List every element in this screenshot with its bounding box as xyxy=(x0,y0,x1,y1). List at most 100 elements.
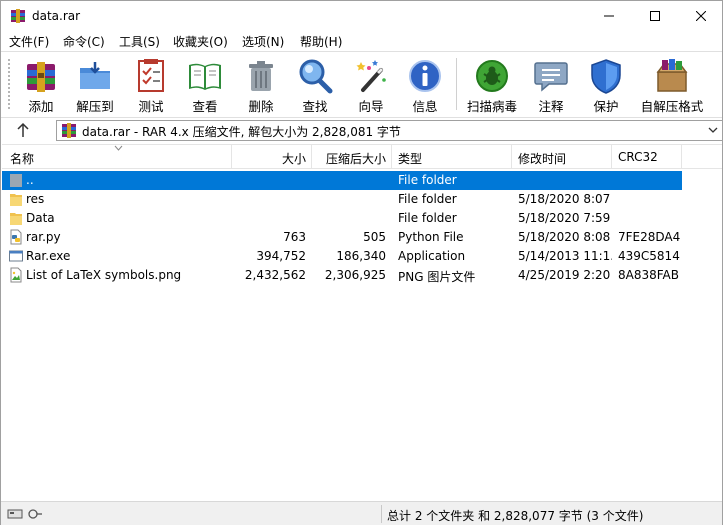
archive-icon xyxy=(62,123,76,138)
file-size: 394,752 xyxy=(256,249,306,263)
file-name: Data xyxy=(26,211,55,225)
file-crc: 8A838FAB xyxy=(618,268,679,282)
find-label: 查找 xyxy=(302,99,328,114)
close-button[interactable] xyxy=(678,1,723,31)
drive-key-icon[interactable] xyxy=(7,507,43,521)
trash-icon xyxy=(249,61,273,91)
comment-label: 注释 xyxy=(538,99,564,114)
file-name: rar.py xyxy=(26,230,61,244)
toolbar-separator xyxy=(456,58,457,110)
file-modified: 4/25/2019 2:20 ... xyxy=(518,268,612,282)
menu-commands[interactable]: 命令(C) xyxy=(63,33,105,50)
file-packed: 2,306,925 xyxy=(324,268,386,282)
file-row-rar-exe[interactable]: Rar.exe 394,752 186,340 Application 5/14… xyxy=(2,247,682,266)
chevron-down-icon[interactable] xyxy=(708,125,718,135)
window-title: data.rar xyxy=(32,9,81,23)
file-packed: 186,340 xyxy=(336,249,386,263)
file-type: File folder xyxy=(398,192,457,206)
virus-scan-button[interactable]: 扫描病毒 xyxy=(464,56,520,114)
column-crc-label: CRC32 xyxy=(618,150,658,164)
menu-favorites[interactable]: 收藏夹(O) xyxy=(173,33,228,50)
close-icon xyxy=(696,11,706,21)
folder-up-icon xyxy=(10,174,22,187)
sort-chevron-icon xyxy=(114,145,123,151)
info-icon xyxy=(409,60,441,92)
column-header-type[interactable]: 类型 xyxy=(392,145,512,169)
file-type: File folder xyxy=(398,211,457,225)
info-button[interactable]: 信息 xyxy=(405,56,445,114)
find-button[interactable]: 查找 xyxy=(295,56,335,114)
delete-label: 删除 xyxy=(248,99,274,114)
file-type: PNG 图片文件 xyxy=(398,270,476,284)
sfx-button[interactable]: 自解压格式 xyxy=(637,56,707,114)
file-modified: 5/18/2020 8:07 ... xyxy=(518,192,612,206)
python-file-icon xyxy=(10,229,22,245)
test-icon xyxy=(138,59,164,92)
comment-button[interactable]: 注释 xyxy=(531,56,571,114)
menu-tools[interactable]: 工具(S) xyxy=(119,33,160,50)
file-row-parent[interactable]: .. File folder xyxy=(2,171,682,190)
address-field[interactable]: data.rar - RAR 4.x 压缩文件, 解包大小为 2,828,081… xyxy=(56,120,723,141)
test-button[interactable]: 测试 xyxy=(131,56,171,114)
winrar-app-icon xyxy=(11,9,25,23)
column-header-packed[interactable]: 压缩后大小 xyxy=(312,145,392,169)
toolbar-grip[interactable] xyxy=(7,58,11,110)
virus-scan-icon xyxy=(476,60,508,92)
add-label: 添加 xyxy=(28,99,54,114)
shield-icon xyxy=(591,59,621,94)
winrar-window: data.rar 文件(F) 命令(C) 工具(S) 收藏夹(O) 选项(N) … xyxy=(0,0,723,525)
info-label: 信息 xyxy=(412,99,438,114)
file-size: 763 xyxy=(283,230,306,244)
file-packed: 505 xyxy=(363,230,386,244)
file-row-data[interactable]: Data File folder 5/18/2020 7:59 ... xyxy=(2,209,682,228)
file-row-res[interactable]: res File folder 5/18/2020 8:07 ... xyxy=(2,190,682,209)
protect-label: 保护 xyxy=(593,99,619,114)
file-row-rar-py[interactable]: rar.py 763 505 Python File 5/18/2020 8:0… xyxy=(2,228,682,247)
test-label: 测试 xyxy=(138,99,164,114)
extract-to-button[interactable]: 解压到 xyxy=(73,56,117,114)
add-button[interactable]: 添加 xyxy=(21,56,61,114)
file-name: Rar.exe xyxy=(26,249,71,263)
address-text: data.rar - RAR 4.x 压缩文件, 解包大小为 2,828,081… xyxy=(82,125,401,139)
file-type: File folder xyxy=(398,173,457,187)
column-size-label: 大小 xyxy=(281,152,306,166)
menu-help[interactable]: 帮助(H) xyxy=(300,33,342,50)
menu-file[interactable]: 文件(F) xyxy=(9,33,49,50)
view-button[interactable]: 查看 xyxy=(183,56,227,114)
address-bar: data.rar - RAR 4.x 压缩文件, 解包大小为 2,828,081… xyxy=(1,117,723,142)
delete-button[interactable]: 删除 xyxy=(241,56,281,114)
file-modified: 5/18/2020 7:59 ... xyxy=(518,211,612,225)
maximize-button[interactable] xyxy=(632,1,678,31)
menu-options[interactable]: 选项(N) xyxy=(242,33,284,50)
minimize-button[interactable] xyxy=(586,1,632,31)
file-type: Python File xyxy=(398,230,464,244)
column-type-label: 类型 xyxy=(398,152,423,166)
wizard-button[interactable]: 向导 xyxy=(351,56,391,114)
extract-to-label: 解压到 xyxy=(76,99,114,114)
file-row-latex-png[interactable]: List of LaTeX symbols.png 2,432,562 2,30… xyxy=(2,266,682,285)
column-header-size[interactable]: 大小 xyxy=(232,145,312,169)
title-bar: data.rar xyxy=(1,1,722,31)
wizard-icon xyxy=(356,60,386,92)
column-packed-label: 压缩后大小 xyxy=(325,152,386,166)
up-arrow-icon[interactable] xyxy=(14,122,32,138)
column-header-modified[interactable]: 修改时间 xyxy=(512,145,612,169)
file-modified: 5/14/2013 11:1... xyxy=(518,249,612,263)
virus-scan-label: 扫描病毒 xyxy=(466,99,517,114)
status-summary: 总计 2 个文件夹 和 2,828,077 字节 (3 个文件) xyxy=(387,509,644,523)
file-name: .. xyxy=(26,173,34,187)
column-header-name[interactable]: 名称 xyxy=(2,145,232,169)
minimize-icon xyxy=(604,15,614,17)
exe-file-icon xyxy=(9,250,23,262)
extract-to-icon xyxy=(80,62,110,89)
file-size: 2,432,562 xyxy=(244,268,306,282)
sfx-icon xyxy=(656,59,688,92)
column-header-crc[interactable]: CRC32 xyxy=(612,145,682,169)
file-type: Application xyxy=(398,249,466,263)
protect-button[interactable]: 保护 xyxy=(586,56,626,114)
file-crc: 439C5814 xyxy=(618,249,680,263)
column-modified-label: 修改时间 xyxy=(518,152,567,166)
column-header-row: 名称 大小 压缩后大小 类型 修改时间 CRC32 xyxy=(2,145,722,169)
file-list: 名称 大小 压缩后大小 类型 修改时间 CRC32 .. File folder… xyxy=(2,144,722,502)
menu-bar: 文件(F) 命令(C) 工具(S) 收藏夹(O) 选项(N) 帮助(H) xyxy=(1,31,722,51)
